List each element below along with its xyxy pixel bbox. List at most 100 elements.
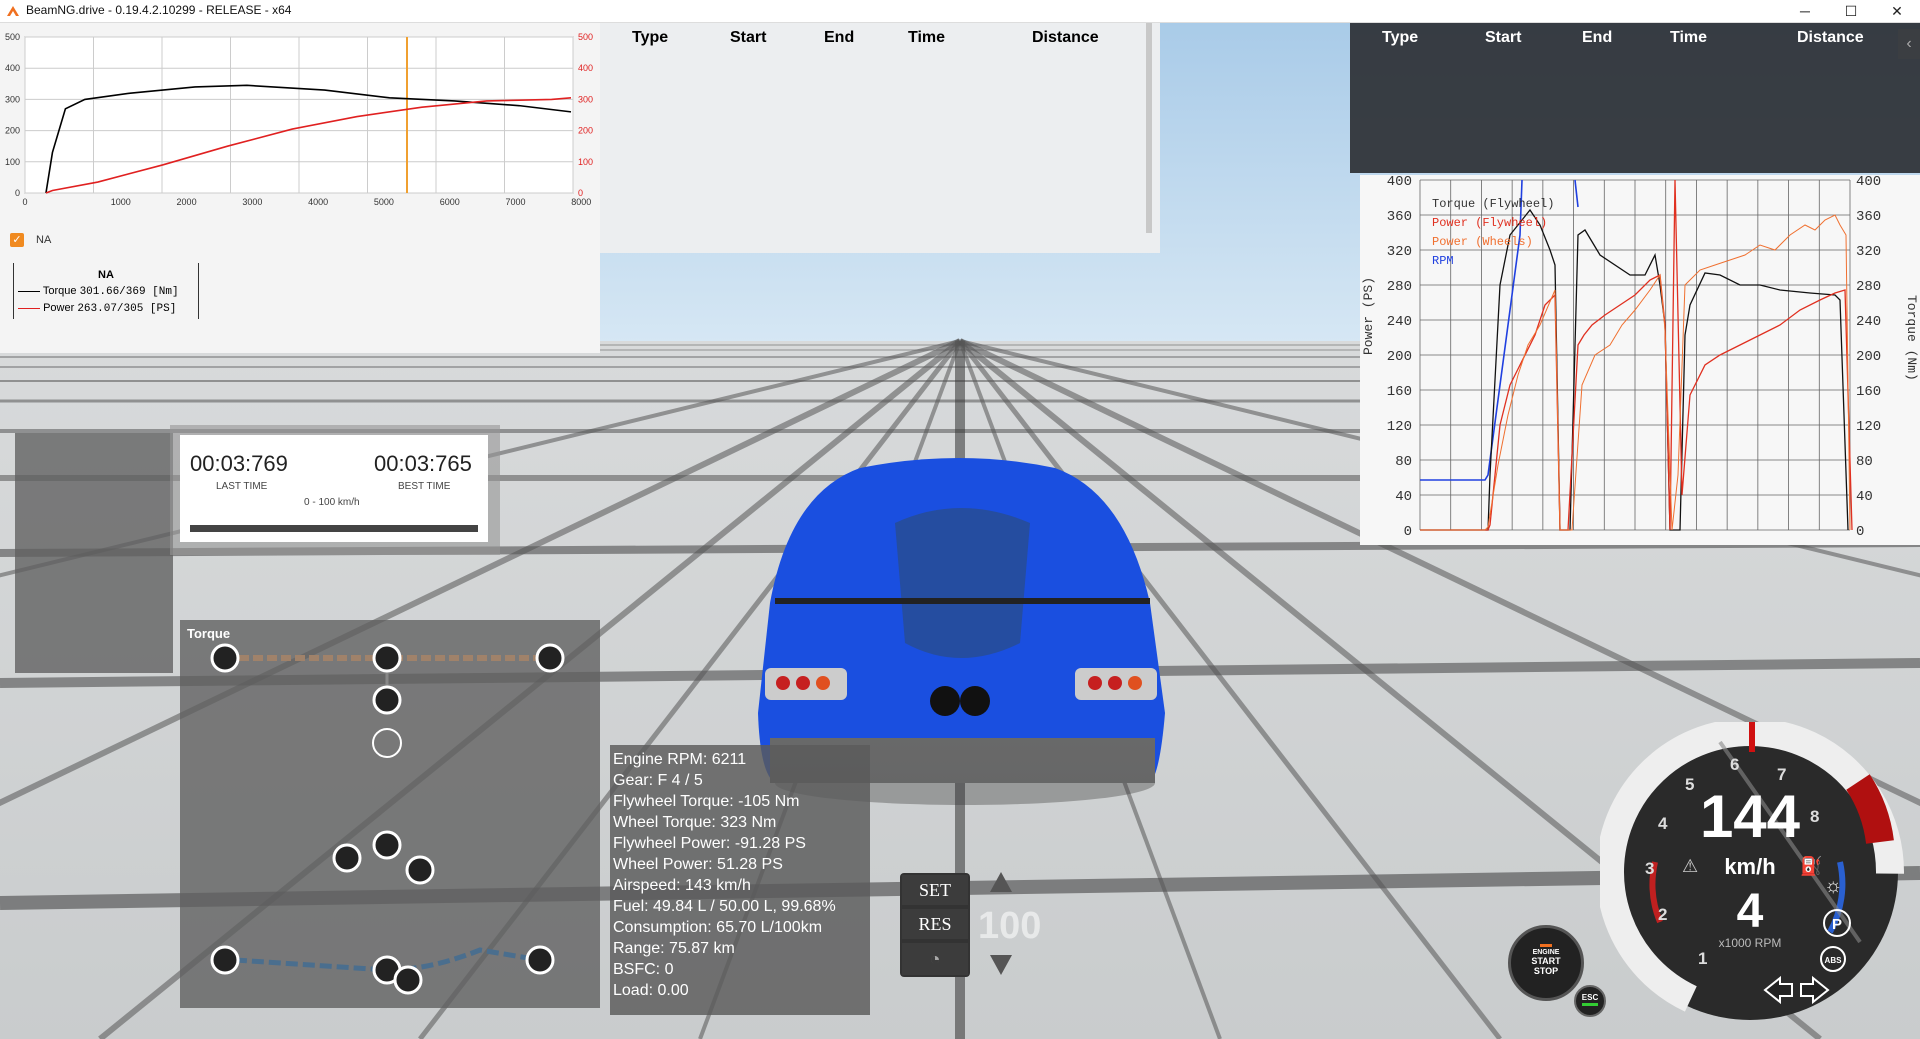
gauge-speed: 144 <box>1700 783 1801 850</box>
cruise-up-button[interactable] <box>990 872 1012 892</box>
legend-power: Power 263.07/305 [PS] <box>14 302 198 315</box>
graph-right-tick: 240 <box>1856 314 1881 330</box>
gauge-rpm-number: 7 <box>1777 765 1786 784</box>
vehicle-info-panel: Engine RPM: 6211 Gear: F 4 / 5 Flywheel To… <box>610 745 870 1015</box>
dyno-left-tick: 0 <box>15 188 20 198</box>
engine-start-stop-button[interactable]: ENGINE START STOP <box>1508 925 1584 1001</box>
info-line: Load: 0.00 <box>613 982 689 999</box>
graph-legend-item: Power (Flywheel) <box>1432 216 1547 230</box>
graph-left-tick: 80 <box>1395 454 1412 470</box>
drivetrain-node-icon[interactable] <box>525 945 555 975</box>
dark-col-type[interactable]: Type <box>1382 29 1418 47</box>
cruise-control: SET RES ◔ <box>900 873 970 977</box>
best-time-label: BEST TIME <box>398 481 451 492</box>
dark-col-time[interactable]: Time <box>1670 29 1707 47</box>
graph-left-tick: 40 <box>1395 489 1412 505</box>
collapse-icon[interactable]: ‹ <box>1898 29 1920 59</box>
minimize-button[interactable]: ─ <box>1782 0 1828 22</box>
info-line: Range: 75.87 km <box>613 940 735 957</box>
dyno-left-tick: 200 <box>5 126 20 136</box>
legend-power-label: Power <box>43 302 75 314</box>
drivetrain-node-icon[interactable] <box>210 945 240 975</box>
lap-table-dark: Type Start End Time Distance ‹ <box>1350 23 1920 173</box>
engine-label-1: ENGINE <box>1532 949 1560 956</box>
graph-right-tick: 320 <box>1856 244 1881 260</box>
col-start[interactable]: Start <box>730 29 766 47</box>
graph-left-tick: 360 <box>1387 209 1412 225</box>
dark-col-distance[interactable]: Distance <box>1797 29 1864 47</box>
info-line: BSFC: 0 <box>613 961 674 978</box>
legend-torque-value: 301.66/369 [Nm] <box>79 286 179 298</box>
rpm-trace-2 <box>1574 179 1579 208</box>
dyno-left-tick: 500 <box>5 32 20 42</box>
dyno-x-tick: 2000 <box>177 197 197 207</box>
last-time-label: LAST TIME <box>216 481 268 492</box>
table-scrollbar[interactable] <box>1146 23 1152 233</box>
engine-label-3: STOP <box>1533 966 1559 976</box>
gauge-rpm-number: 4 <box>1658 814 1668 833</box>
window-titlebar: BeamNG.drive - 0.19.4.2.10299 - RELEASE … <box>0 0 1920 23</box>
timer-progress-bar <box>190 525 478 532</box>
gauge-rpm-number: 5 <box>1685 775 1694 794</box>
gauge-rpm-number: 1 <box>1698 949 1707 968</box>
cruise-down-button[interactable] <box>990 955 1012 975</box>
legend-title: NA <box>98 269 114 281</box>
dyno-left-tick: 100 <box>5 157 20 167</box>
gauge-unit: km/h <box>1724 854 1775 879</box>
gauge-rpm-number: 8 <box>1810 807 1819 826</box>
graph-left-tick: 400 <box>1387 175 1412 190</box>
power-graph-panel: 400 360 320 280 240 200 160 120 80 40 0 400 360 320 2… <box>1360 175 1920 545</box>
dyno-chart: 5004003002001000 5004003002001000 0 1000 2… <box>5 32 593 207</box>
drivetrain-panel: Torque <box>180 620 600 1008</box>
na-checkbox-label: NA <box>36 234 52 246</box>
graph-right-tick: 200 <box>1856 349 1881 365</box>
drivetrain-node-icon[interactable] <box>405 855 435 885</box>
dyno-right-tick: 100 <box>578 157 593 167</box>
graph-legend-item: RPM <box>1432 254 1454 268</box>
dark-col-end[interactable]: End <box>1582 29 1612 47</box>
graph-left-tick: 240 <box>1387 314 1412 330</box>
drivetrain-node-icon[interactable] <box>372 830 402 860</box>
drivetrain-node-icon[interactable] <box>535 643 565 673</box>
col-end[interactable]: End <box>824 29 854 47</box>
dyno-x-tick: 4000 <box>308 197 328 207</box>
cruise-speedometer-icon[interactable]: ◔ <box>902 943 968 975</box>
dyno-x-tick: 7000 <box>505 197 525 207</box>
dyno-x-tick: 3000 <box>242 197 262 207</box>
dyno-right-tick: 500 <box>578 32 593 42</box>
na-checkbox[interactable]: ✓ <box>10 233 24 247</box>
torque-flywheel-trace <box>1420 208 1849 531</box>
drivetrain-node-icon[interactable] <box>332 843 362 873</box>
cruise-set-button[interactable]: SET <box>902 875 968 905</box>
close-button[interactable]: ✕ <box>1874 0 1920 22</box>
drivetrain-node-icon[interactable] <box>372 643 402 673</box>
dyno-x-tick: 6000 <box>440 197 460 207</box>
coolant-temp-icon: ⚠ <box>1682 856 1698 876</box>
col-distance[interactable]: Distance <box>1032 29 1099 47</box>
graph-left-tick: 0 <box>1404 524 1412 540</box>
info-line: Wheel Torque: 323 Nm <box>613 814 777 831</box>
window-title: BeamNG.drive - 0.19.4.2.10299 - RELEASE … <box>26 3 292 17</box>
info-line: Consumption: 65.70 L/100km <box>613 919 823 936</box>
col-time[interactable]: Time <box>908 29 945 47</box>
graph-ylabel-left: Power (PS) <box>1361 277 1376 355</box>
graph-right-tick: 0 <box>1856 524 1864 540</box>
drivetrain-node-icon[interactable] <box>210 643 240 673</box>
gauge-gear: 4 <box>1737 885 1764 938</box>
maximize-button[interactable]: ☐ <box>1828 0 1874 22</box>
timer-panel: 00:03:769 LAST TIME 00:03:765 BEST TIME … <box>180 435 488 542</box>
dyno-x-tick: 5000 <box>374 197 394 207</box>
cruise-res-button[interactable]: RES <box>902 909 968 939</box>
info-line: Fuel: 49.84 L / 50.00 L, 99.68% <box>613 898 836 915</box>
col-type[interactable]: Type <box>632 29 668 47</box>
dark-col-start[interactable]: Start <box>1485 29 1521 47</box>
legend-power-value: 263.07/305 [PS] <box>77 303 177 315</box>
info-line: Gear: F 4 / 5 <box>613 772 703 789</box>
dyno-left-tick: 300 <box>5 94 20 104</box>
drivetrain-node-icon[interactable] <box>372 685 402 715</box>
dyno-legend: NA Torque 301.66/369 [Nm] Power 263.07/3… <box>13 263 199 319</box>
drivetrain-node-icon[interactable] <box>393 965 423 995</box>
fuel-pump-icon: ⛽ <box>1800 855 1822 876</box>
engine-label-2: START <box>1531 956 1561 966</box>
info-line: Engine RPM: 6211 <box>613 751 747 768</box>
